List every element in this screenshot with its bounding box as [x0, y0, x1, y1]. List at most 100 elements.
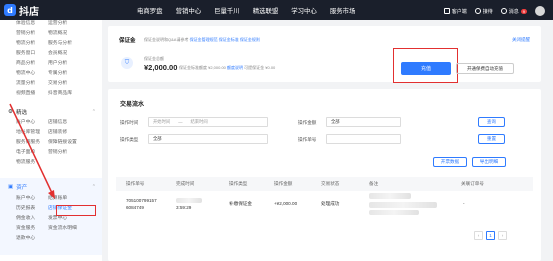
deposit-link[interactable]: 保证金标准	[219, 37, 239, 42]
deposit-detail-suffix: 可提保证金 ¥0.00	[244, 65, 276, 70]
sidebar-section-shop[interactable]: ⚙ 精选 ⌃	[8, 108, 96, 116]
deposit-link[interactable]: 保证金管理规范	[190, 37, 218, 42]
export-detail-button[interactable]: 导出明细	[472, 157, 506, 167]
redacted-note	[369, 210, 419, 215]
deposit-detail-link[interactable]: 额度说明	[227, 65, 243, 70]
deposit-detail-prefix: 保证金标准额度 ¥2,000.00	[179, 65, 226, 70]
doudian-logo-icon: d	[4, 4, 16, 16]
transaction-flow-card: 交易流水 操作时间 开始时间 — 结束时间 操作金额 全部 操作类型 全部 操作…	[108, 89, 541, 261]
sidebar-item[interactable]: 店铺装修	[48, 129, 80, 136]
sidebar-item[interactable]: 用户分析	[48, 60, 80, 67]
reset-button[interactable]: 重置	[478, 134, 505, 144]
close-reminder-link[interactable]: 关闭提醒	[512, 37, 530, 43]
sidebar-item[interactable]: 服务商服务	[16, 139, 48, 146]
time-range-input[interactable]: 开始时间 — 结束时间	[148, 117, 268, 127]
sidebar-item[interactable]: 商品分析	[16, 60, 48, 67]
column-header: 操作类型	[229, 181, 248, 186]
time-range-separator: —	[178, 119, 183, 125]
sidebar-item[interactable]: 账户中心	[16, 119, 48, 126]
sidebar-item[interactable]: 结算账单	[48, 195, 80, 202]
sidebar-section-assets[interactable]: ▣ 资产 ⌃	[8, 183, 96, 191]
sidebar-item[interactable]: 物流服务	[16, 159, 48, 166]
page-number[interactable]: 1	[486, 231, 495, 240]
sidebar-item[interactable]: 服务与分析	[48, 40, 80, 47]
sidebar-item[interactable]: 交易分析	[48, 80, 80, 87]
customer-client-button[interactable]: 客户端	[443, 8, 467, 15]
logo-text: 抖店	[19, 6, 39, 18]
nav-item-marketing[interactable]: 营销中心	[176, 6, 202, 15]
time-end-placeholder: 结束时间	[190, 119, 208, 124]
sidebar-section-label: 资产	[16, 185, 28, 191]
recharge-button[interactable]: 充值	[401, 62, 451, 75]
sidebar-item[interactable]: 体验信息	[16, 20, 48, 27]
sidebar-item[interactable]: 佣金收入	[16, 215, 48, 222]
customer-client-label: 客户端	[451, 8, 467, 15]
column-header: 操作金额	[274, 181, 293, 186]
sidebar-item[interactable]: 物流概况	[48, 30, 80, 37]
redacted-note	[369, 193, 411, 199]
order-input[interactable]	[326, 134, 401, 144]
sidebar-item[interactable]: 历史报表	[16, 205, 48, 212]
query-button[interactable]: 查询	[478, 117, 505, 127]
sidebar-item[interactable]: 专属分析	[48, 70, 80, 77]
sidebar-item[interactable]: 店铺信息	[48, 119, 80, 126]
sidebar-item[interactable]: 服务窗口	[16, 50, 48, 57]
sidebar-item[interactable]: 账户中心	[16, 195, 48, 202]
nav-item-alliance[interactable]: 精选联盟	[253, 6, 279, 15]
top-nav-bar: d 抖店 电商罗盘 营销中心 巨量千川 精选联盟 学习中心 服务市场 客户端 接…	[0, 0, 553, 20]
avatar[interactable]	[535, 6, 545, 16]
sidebar-item[interactable]: 发票中心	[48, 215, 80, 222]
sidebar-item[interactable]	[48, 235, 80, 242]
related-order: -	[463, 201, 465, 206]
message-badge: 9	[520, 8, 527, 14]
sidebar-item[interactable]: 营销分析	[16, 30, 48, 37]
sidebar-assets-grid: 账户中心 结算账单 历史报表 店铺保证金 佣金收入 发票中心 资金服务 资金流水…	[16, 195, 80, 242]
sidebar-item[interactable]: 营销分析	[48, 149, 80, 156]
auto-recharge-button[interactable]: 开通保费自动充值	[456, 63, 514, 74]
deposit-card: 保证金 保证金说明和Q&A请参考 保证金管理规范 保证金标准 保证金规则 关闭提…	[108, 26, 541, 83]
sidebar: 体验信息 运营分析 营销分析 物流概况 物流分析 服务与分析 服务窗口 会员概况…	[0, 20, 102, 261]
sidebar-item[interactable]: 资金服务	[16, 225, 48, 232]
nav-item-compass[interactable]: 电商罗盘	[137, 6, 163, 15]
sidebar-item[interactable]: 资金流水明细	[48, 225, 80, 232]
operation-type: 补缴保证金	[229, 201, 252, 206]
amount-label: 操作金额	[298, 120, 317, 125]
sidebar-item[interactable]: 抖音商品库	[48, 90, 80, 97]
sidebar-item[interactable]: 退款中心	[16, 235, 48, 242]
sidebar-item[interactable]: 视频直播	[16, 90, 48, 97]
sidebar-item[interactable]: 会员概况	[48, 50, 80, 57]
sidebar-item[interactable]: 运营分析	[48, 20, 80, 27]
nav-item-qianchuan[interactable]: 巨量千川	[214, 6, 240, 15]
sidebar-item[interactable]	[48, 159, 80, 166]
type-label: 操作类型	[120, 137, 139, 142]
logo[interactable]: d 抖店	[4, 3, 39, 18]
chevron-right-icon[interactable]: ›	[498, 231, 507, 240]
amount-select[interactable]: 全部	[326, 117, 401, 127]
chevron-left-icon[interactable]: ‹	[474, 231, 483, 240]
sidebar-item[interactable]: 保障链接设置	[48, 139, 80, 146]
sidebar-item[interactable]: 物流中心	[16, 70, 48, 77]
order-number-line1: 705100799157	[126, 198, 157, 203]
sidebar-item[interactable]: 地址库管理	[16, 129, 48, 136]
invoice-data-button[interactable]: 开票数据	[433, 157, 467, 167]
deposit-amount: ¥2,000.00	[144, 63, 178, 72]
message-button[interactable]: 消息 9	[500, 8, 527, 15]
operation-amount: +¥2,000.00	[274, 201, 298, 206]
time-start-placeholder: 开始时间	[153, 119, 171, 124]
transaction-status: 处理成功	[321, 201, 340, 206]
deposit-detail: 保证金标准额度 ¥2,000.00 额度说明 可提保证金 ¥0.00	[179, 65, 275, 71]
sidebar-item[interactable]: 流量分析	[16, 80, 48, 87]
sidebar-item[interactable]: 电子面单	[16, 149, 48, 156]
sidebar-item[interactable]: 物流分析	[16, 40, 48, 47]
deposit-link[interactable]: 保证金规则	[240, 37, 260, 42]
column-header: 交易状态	[321, 181, 340, 186]
monitor-icon	[443, 8, 450, 14]
flow-title: 交易流水	[120, 102, 145, 108]
nav-item-service-market[interactable]: 服务市场	[330, 6, 356, 15]
agent-button[interactable]: 接待	[474, 8, 493, 15]
nav-item-learning[interactable]: 学习中心	[291, 6, 317, 15]
annotation-highlight-box	[56, 205, 96, 216]
sidebar-shop-grid: 账户中心 店铺信息 地址库管理 店铺装修 服务商服务 保障链接设置 电子面单 营…	[16, 119, 80, 166]
column-header: 关联订单号	[461, 181, 484, 186]
type-select[interactable]: 全部	[148, 134, 268, 144]
